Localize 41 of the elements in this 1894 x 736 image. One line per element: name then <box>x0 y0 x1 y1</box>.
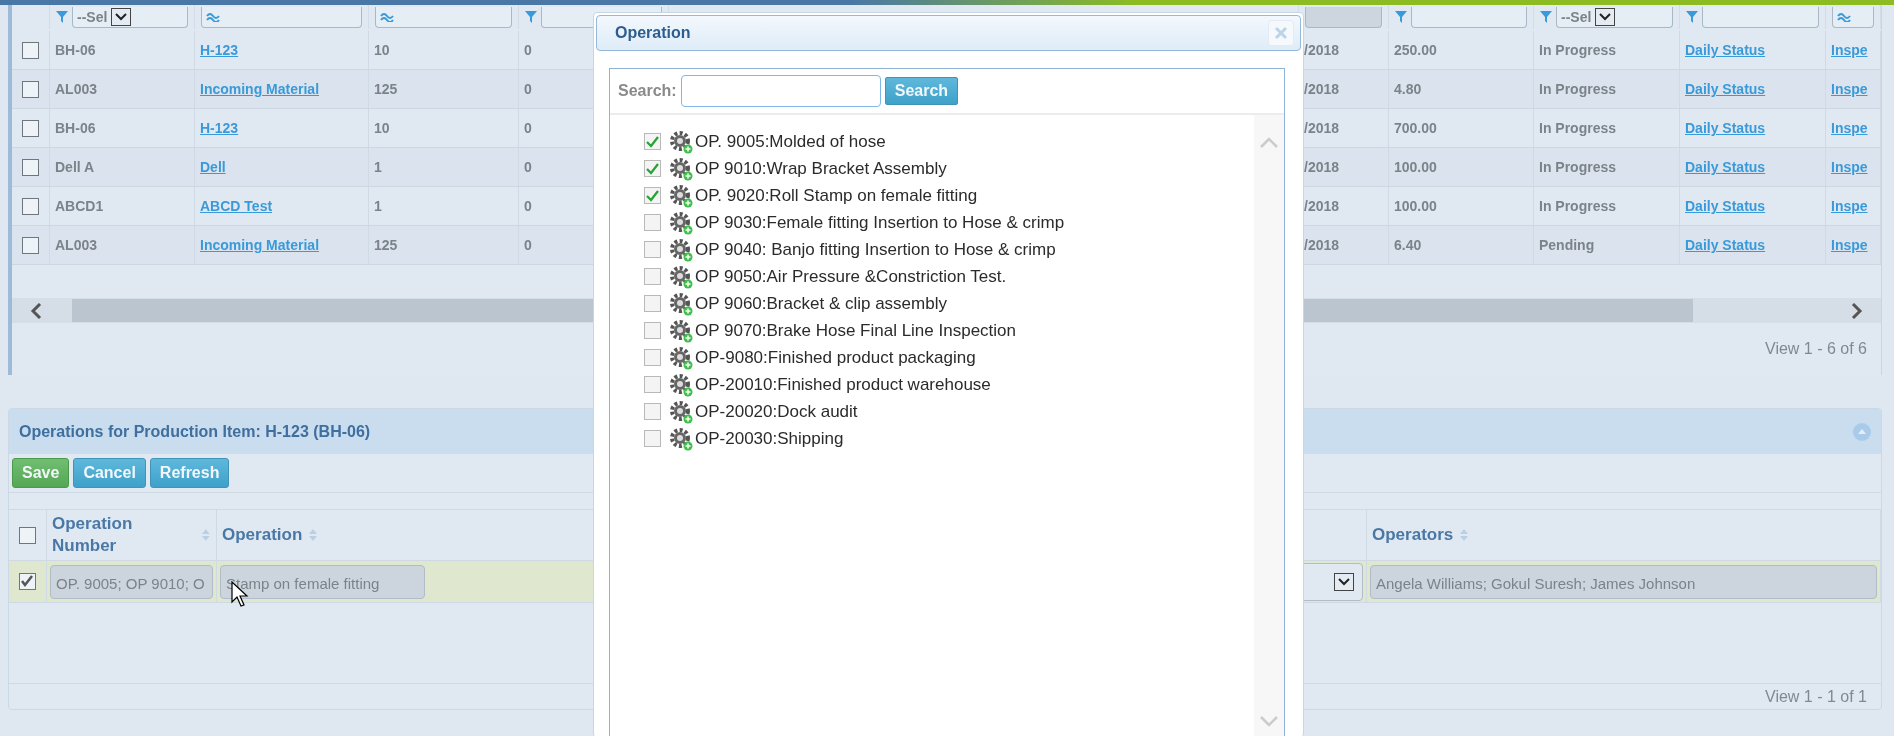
table-cell: /2018 <box>1304 237 1340 253</box>
table-cell: 125 <box>374 81 398 97</box>
table-cell: Pending <box>1539 237 1595 253</box>
search-label: Search: <box>618 82 677 100</box>
table-cell: 0 <box>524 81 532 97</box>
table-cell: BH-06 <box>55 42 96 58</box>
table-cell: In Progress <box>1539 198 1617 214</box>
table-cell: AL003 <box>55 81 98 97</box>
table-cell: 0 <box>524 237 532 253</box>
table-cell: 125 <box>374 237 398 253</box>
table-cell: 0 <box>524 120 532 136</box>
panel-title: Operations for Production Item: H-123 (BH-06) <box>19 422 371 441</box>
table-cell: 100.00 <box>1394 198 1437 214</box>
table-cell: In Progress <box>1539 159 1617 175</box>
table-cell: 700.00 <box>1394 120 1437 136</box>
table-cell: Dell A <box>55 159 95 175</box>
table-cell: In Progress <box>1539 81 1617 97</box>
table-cell: 1 <box>374 198 382 214</box>
table-cell: 10 <box>374 120 390 136</box>
dialog-title: Operation <box>615 24 691 42</box>
table-cell: 0 <box>524 198 532 214</box>
table-cell: /2018 <box>1304 81 1340 97</box>
table-cell: /2018 <box>1304 159 1340 175</box>
table-cell: In Progress <box>1539 42 1617 58</box>
table-cell: 1 <box>374 159 382 175</box>
table-cell: /2018 <box>1304 198 1340 214</box>
table-cell: ABCD1 <box>55 198 104 214</box>
table-cell: 250.00 <box>1394 42 1437 58</box>
table-cell: 10 <box>374 42 390 58</box>
pager-text: View 1 - 6 of 6 <box>1765 340 1867 358</box>
table-cell: AL003 <box>55 237 98 253</box>
table-cell: 0 <box>524 159 532 175</box>
table-cell: BH-06 <box>55 120 96 136</box>
table-cell: 4.80 <box>1394 81 1422 97</box>
table-cell: 6.40 <box>1394 237 1422 253</box>
table-cell: /2018 <box>1304 42 1340 58</box>
table-cell: 0 <box>524 42 532 58</box>
pager-text: View 1 - 1 of 1 <box>1765 687 1867 706</box>
table-cell: /2018 <box>1304 120 1340 136</box>
table-cell: 100.00 <box>1394 159 1437 175</box>
table-cell: In Progress <box>1539 120 1617 136</box>
